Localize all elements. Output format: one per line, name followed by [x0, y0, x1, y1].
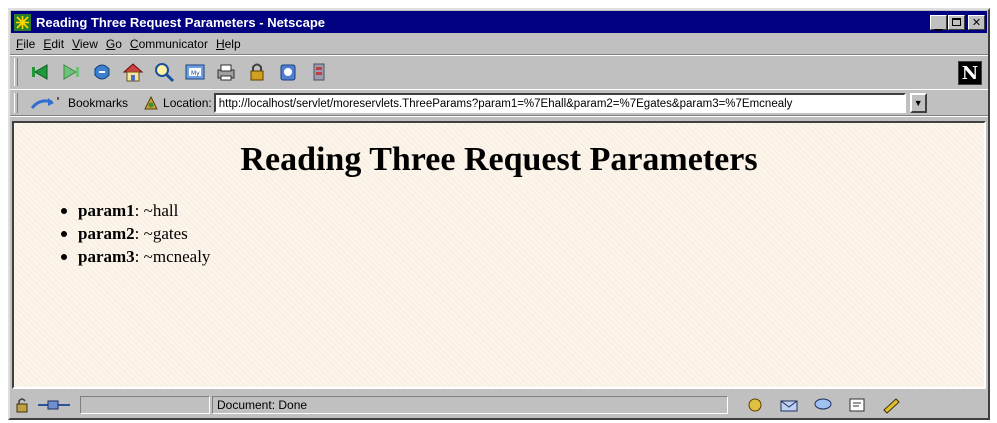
menu-help[interactable]: Help — [216, 37, 241, 51]
param-list: param1: ~hall param2: ~gates param3: ~mc… — [61, 199, 984, 268]
forward-icon — [63, 64, 79, 80]
component-bar — [736, 396, 902, 414]
bookmarks-icon — [30, 96, 59, 109]
param-value: : ~mcnealy — [134, 247, 211, 266]
home-icon — [122, 63, 143, 82]
guide-button[interactable]: My — [179, 57, 210, 87]
stop-button[interactable] — [303, 57, 334, 87]
bookmarks-button[interactable]: Bookmarks — [30, 94, 128, 112]
security-lock-icon[interactable] — [14, 397, 32, 413]
url-history-dropdown[interactable]: ▼ — [909, 92, 927, 113]
menu-view[interactable]: View — [72, 37, 98, 51]
composer-icon[interactable] — [846, 396, 868, 414]
window-title: Reading Three Request Parameters - Netsc… — [36, 14, 325, 30]
navigation-toolbar: My N — [10, 54, 988, 90]
location-group: Location: http://localhost/servlet/mores… — [142, 92, 927, 113]
forward-button[interactable] — [55, 57, 86, 87]
guide-icon: My — [185, 64, 204, 80]
mail-icon[interactable] — [778, 396, 800, 414]
locbar-grip[interactable] — [14, 92, 18, 113]
page-proxy-icon[interactable] — [142, 94, 160, 112]
status-text: Document: Done — [212, 396, 728, 414]
param-value: : ~hall — [134, 201, 179, 220]
title-bar[interactable]: Reading Three Request Parameters - Netsc… — [11, 11, 987, 33]
back-icon — [31, 64, 47, 80]
location-toolbar: Bookmarks Location: http://localhost/ser… — [10, 90, 988, 116]
netscape-logo[interactable]: N — [958, 61, 982, 85]
bookmarks-label: Bookmarks — [68, 95, 129, 110]
search-button[interactable] — [148, 57, 179, 87]
toolbar-grip[interactable] — [14, 58, 18, 86]
menu-communicator[interactable]: Communicator — [130, 37, 208, 51]
status-icons — [14, 397, 80, 413]
shop-button[interactable] — [272, 57, 303, 87]
print-icon — [217, 64, 234, 81]
edit-pencil-icon[interactable] — [880, 396, 902, 414]
close-icon: ✕ — [971, 15, 982, 29]
menu-file[interactable]: File — [16, 37, 35, 51]
security-icon — [250, 63, 263, 81]
back-button[interactable] — [24, 57, 55, 87]
navigator-icon[interactable] — [744, 396, 766, 414]
security-button[interactable] — [241, 57, 272, 87]
page-heading: Reading Three Request Parameters — [240, 141, 758, 178]
browser-window: Reading Three Request Parameters - Netsc… — [8, 8, 990, 420]
menu-go[interactable]: Go — [106, 37, 122, 51]
discussion-icon[interactable] — [812, 396, 834, 414]
stop-icon — [313, 63, 324, 81]
reload-button[interactable] — [86, 57, 117, 87]
menu-bar: File Edit View Go Communicator Help — [10, 34, 988, 54]
netscape-app-icon — [14, 13, 31, 31]
location-label: Location: — [163, 95, 212, 110]
list-item: param3: ~mcnealy — [61, 245, 984, 268]
list-item: param2: ~gates — [61, 222, 984, 245]
connection-icon — [38, 400, 70, 410]
param-name: param1 — [78, 201, 135, 220]
param-value: : ~gates — [134, 224, 188, 243]
svg-text:My: My — [191, 70, 200, 77]
search-icon — [154, 63, 174, 83]
minimize-button[interactable]: ▁ — [930, 14, 947, 31]
print-button[interactable] — [210, 57, 241, 87]
minimize-icon: ▁ — [934, 18, 943, 31]
maximize-button[interactable] — [948, 14, 965, 30]
chevron-down-icon: ▼ — [913, 97, 923, 108]
list-item: param1: ~hall — [61, 199, 984, 222]
status-bar: Document: Done — [10, 392, 988, 418]
progress-bar — [80, 396, 210, 414]
reload-icon — [94, 64, 109, 80]
maximize-icon — [952, 18, 961, 26]
menu-edit[interactable]: Edit — [43, 37, 64, 51]
url-input[interactable]: http://localhost/servlet/moreservlets.Th… — [213, 92, 906, 113]
shop-icon — [280, 64, 295, 81]
page-content: Reading Three Request Parameters param1:… — [12, 121, 986, 389]
home-button[interactable] — [117, 57, 148, 87]
close-button[interactable]: ✕ — [968, 14, 985, 30]
param-name: param3 — [78, 247, 135, 266]
param-name: param2 — [78, 224, 135, 243]
